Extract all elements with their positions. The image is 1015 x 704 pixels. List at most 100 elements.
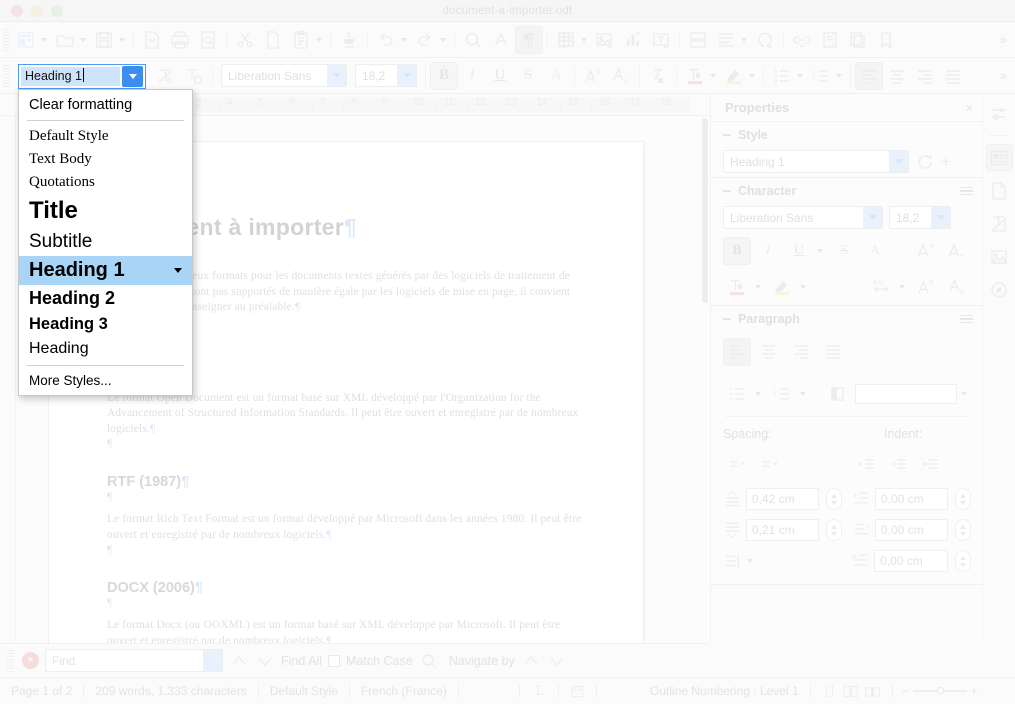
font-name-combo[interactable]: Liberation Sans xyxy=(221,64,347,87)
toolbar-grip[interactable] xyxy=(3,64,10,87)
spelling-button[interactable] xyxy=(487,26,515,54)
decrease-indent-button[interactable] xyxy=(885,451,913,479)
style-option-heading-2[interactable]: Heading 2 xyxy=(19,285,192,312)
undo-dropdown[interactable] xyxy=(401,37,407,42)
single-page-view-icon[interactable] xyxy=(822,684,837,699)
bold-button[interactable]: B xyxy=(430,61,458,90)
formatting-toolbar-overflow-button[interactable]: » xyxy=(992,68,1015,83)
indent-after-stepper[interactable] xyxy=(954,519,971,541)
clear-direct-formatting-button[interactable] xyxy=(644,62,672,90)
collapse-icon[interactable] xyxy=(723,318,731,320)
style-option-clear-formatting[interactable]: Clear formatting xyxy=(19,94,192,116)
find-all-button[interactable]: Find All xyxy=(281,654,322,668)
print-button[interactable] xyxy=(166,26,194,54)
sidebar-character-spacing-dropdown[interactable] xyxy=(899,285,905,289)
page-break-button[interactable] xyxy=(684,26,712,54)
first-line-indent-input[interactable]: 0,00 cm xyxy=(874,550,948,572)
sidebar-item-styles[interactable] xyxy=(986,210,1013,237)
spacing-below-stepper[interactable] xyxy=(825,519,842,541)
sidebar-strikethrough-button[interactable]: S xyxy=(830,237,858,265)
sidebar-font-name-combo[interactable]: Liberation Sans xyxy=(723,206,883,229)
line-spacing-dropdown[interactable] xyxy=(747,559,754,563)
style-option-subtitle[interactable]: Subtitle xyxy=(19,228,192,256)
clone-formatting-button[interactable] xyxy=(335,26,363,54)
sidebar-style-combo[interactable]: Heading 1 xyxy=(723,150,909,173)
style-option-default-style[interactable]: Default Style xyxy=(19,125,192,148)
navigate-next-button[interactable] xyxy=(547,651,567,671)
character-more-options-icon[interactable] xyxy=(960,186,973,196)
indent-after-input[interactable]: 0,00 cm xyxy=(874,519,948,541)
sidebar-item-gallery[interactable] xyxy=(986,243,1013,270)
paragraph-background-color-swatch[interactable] xyxy=(855,384,957,404)
font-size-dropdown-icon[interactable] xyxy=(397,65,416,86)
insert-table-dropdown[interactable] xyxy=(581,37,587,42)
zoom-in-button[interactable]: + xyxy=(971,684,978,698)
sidebar-align-justify-button[interactable] xyxy=(819,338,847,366)
superscript-button[interactable]: B xyxy=(579,62,607,90)
find-input[interactable]: Find xyxy=(45,649,223,672)
undo-button[interactable] xyxy=(372,26,400,54)
sidebar-superscript-button[interactable]: B xyxy=(912,273,940,301)
cut-button[interactable] xyxy=(231,26,259,54)
italic-button[interactable]: I xyxy=(458,62,486,90)
match-case-label[interactable]: Match Case xyxy=(346,654,413,668)
export-pdf-button[interactable] xyxy=(138,26,166,54)
sidebar-shadow-button[interactable]: A xyxy=(861,237,889,265)
style-option-heading-1[interactable]: Heading 1 xyxy=(19,256,192,285)
sidebar-align-center-button[interactable] xyxy=(755,338,783,366)
redo-button[interactable] xyxy=(411,26,439,54)
unordered-list-dropdown[interactable] xyxy=(797,73,803,78)
align-right-button[interactable] xyxy=(911,62,939,90)
shadow-button[interactable]: A xyxy=(542,62,570,90)
sidebar-style-dropdown-icon[interactable] xyxy=(889,151,908,172)
underline-button[interactable]: U xyxy=(486,62,514,90)
zoom-slider[interactable]: − + xyxy=(893,684,987,698)
style-section-header[interactable]: Style xyxy=(711,122,983,146)
sidebar-font-name-dropdown-icon[interactable] xyxy=(863,207,882,228)
insert-field-button[interactable] xyxy=(712,26,740,54)
zoom-knob[interactable] xyxy=(936,687,944,695)
find-history-dropdown-icon[interactable] xyxy=(203,650,222,671)
ordered-list-dropdown[interactable] xyxy=(836,73,842,78)
sidebar-item-settings[interactable] xyxy=(986,100,1013,127)
sidebar-bullet-list-button[interactable] xyxy=(723,380,751,408)
word-count-status[interactable]: 209 words, 1,333 characters xyxy=(84,684,257,698)
insert-text-box-button[interactable] xyxy=(647,26,675,54)
sidebar-underline-button[interactable]: U xyxy=(785,237,813,265)
open-button[interactable] xyxy=(51,26,79,54)
sidebar-highlight-dropdown[interactable] xyxy=(800,285,806,289)
update-selected-style-button[interactable] xyxy=(915,152,935,172)
style-option-title[interactable]: Title xyxy=(19,194,192,228)
indent-before-input[interactable]: 0,00 cm xyxy=(874,488,948,510)
sidebar-character-spacing-button[interactable]: B·D xyxy=(867,273,895,301)
find-and-replace-options-button[interactable] xyxy=(419,651,439,671)
toolbar-overflow-button[interactable]: » xyxy=(992,32,1015,47)
collapse-icon[interactable] xyxy=(723,190,731,192)
zoom-track[interactable] xyxy=(912,687,967,695)
sidebar-item-page[interactable] xyxy=(986,177,1013,204)
navigate-by-label[interactable]: Navigate by xyxy=(449,654,515,668)
insert-field-dropdown[interactable] xyxy=(741,37,747,42)
font-color-dropdown[interactable] xyxy=(710,73,716,78)
formatting-marks-button[interactable] xyxy=(515,25,543,54)
paragraph-style-dropdown-icon[interactable] xyxy=(122,66,143,87)
sidebar-numbered-list-button[interactable]: I II xyxy=(768,380,796,408)
sidebar-item-properties[interactable] xyxy=(985,144,1013,171)
style-option-heading[interactable]: Heading xyxy=(19,337,192,361)
decrease-paragraph-spacing-button[interactable] xyxy=(755,451,783,479)
save-dropdown[interactable] xyxy=(119,37,125,42)
indent-before-stepper[interactable] xyxy=(954,488,971,510)
close-find-toolbar-button[interactable]: × xyxy=(22,652,39,669)
spacing-above-stepper[interactable] xyxy=(825,488,842,510)
redo-dropdown[interactable] xyxy=(440,37,446,42)
paragraph-background-color-button[interactable] xyxy=(824,380,852,408)
style-option-more-styles[interactable]: More Styles... xyxy=(19,370,192,391)
sidebar-font-color-dropdown[interactable] xyxy=(755,285,761,289)
find-next-button[interactable] xyxy=(255,651,275,671)
sidebar-subscript-button[interactable]: B xyxy=(943,273,971,301)
insert-endnote-button[interactable] xyxy=(844,26,872,54)
paragraph-style-dropdown-list[interactable]: Clear formatting Default Style Text Body Qu… xyxy=(18,89,193,396)
vertical-ruler[interactable] xyxy=(0,116,16,643)
align-justify-button[interactable] xyxy=(939,62,967,90)
style-option-heading-3[interactable]: Heading 3 xyxy=(19,312,192,337)
